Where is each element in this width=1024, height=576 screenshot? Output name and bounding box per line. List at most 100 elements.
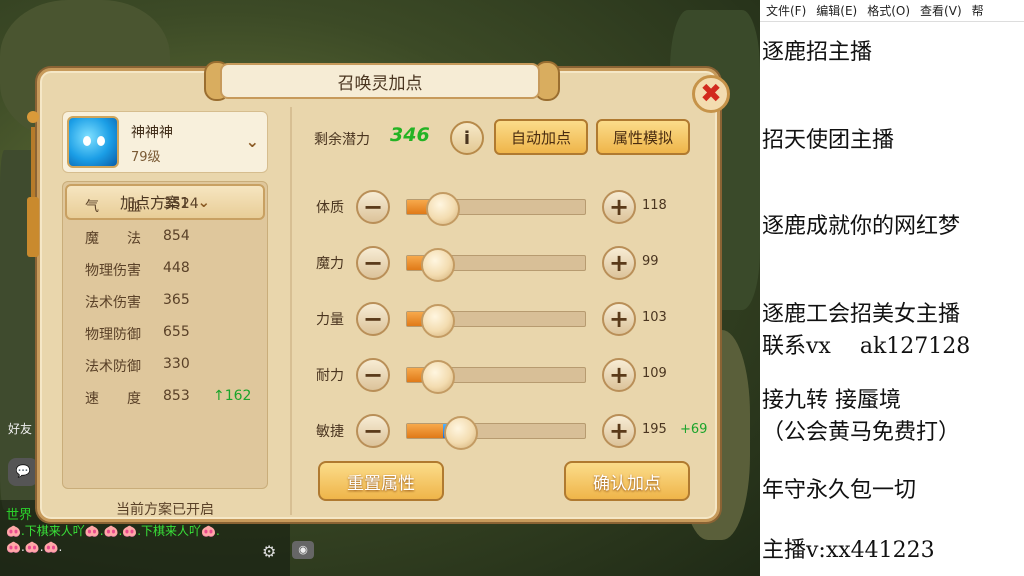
attribute-row: 敏捷 − +195 +69 <box>292 411 712 451</box>
notepad-menu-item[interactable]: 编辑(E) <box>816 2 857 19</box>
chat-bubble-icon[interactable]: 💬 <box>8 458 38 486</box>
stat-label: 魔 法 <box>85 231 141 247</box>
attribute-value: 195 <box>642 422 667 437</box>
increase-button[interactable]: + <box>602 358 636 392</box>
decrease-button[interactable]: − <box>356 414 390 448</box>
decrease-button[interactable]: − <box>356 190 390 224</box>
attribute-value: 99 <box>642 254 659 269</box>
info-button[interactable]: i <box>450 121 484 155</box>
dialog-title-bar: 召唤灵加点 <box>220 63 540 99</box>
attribute-slider[interactable] <box>406 192 586 226</box>
stat-label: 物理防御 <box>85 327 141 343</box>
stat-value: 853 <box>163 388 190 404</box>
slider-fill <box>407 424 443 438</box>
attribute-value: 103 <box>642 310 667 325</box>
attribute-column: 剩余潜力 346 i 自动加点 属性模拟 体质 − +118 魔力 − +99 力量 − +10… <box>290 107 710 515</box>
info-icon: i <box>463 127 471 149</box>
notepad-text-line: 逐鹿工会招美女主播 <box>762 302 961 327</box>
increase-button[interactable]: + <box>602 190 636 224</box>
stat-row: 法术伤害 365 <box>85 292 265 312</box>
pet-selector[interactable]: 神神神 79级 ⌄ <box>62 111 268 173</box>
stat-value: 330 <box>163 356 190 372</box>
notepad-text-line: 年守永久包一切 <box>762 478 917 503</box>
notepad-menu-item[interactable]: 查看(V) <box>920 2 962 19</box>
attribute-row: 力量 − +103 <box>292 299 712 339</box>
slider-thumb[interactable] <box>421 360 455 394</box>
notepad-text-line: 接九转 接蜃境 <box>762 388 901 413</box>
scheme-status: 当前方案已开启 <box>116 502 214 518</box>
stat-value: 3524 <box>163 196 199 212</box>
attribute-label: 魔力 <box>316 256 344 272</box>
stat-label: 气 血 <box>85 199 141 215</box>
attribute-row: 体质 − +118 <box>292 187 712 227</box>
summon-attribute-dialog: 召唤灵加点 ✖ 神神神 79级 ⌄ 加点方案1 ⌄ 气 血 3524 魔 法 8… <box>27 61 730 522</box>
notepad-menu-item[interactable]: 帮 <box>972 2 984 19</box>
decrease-button[interactable]: − <box>356 246 390 280</box>
attribute-slider[interactable] <box>406 248 586 282</box>
tassel-ornament <box>26 111 40 271</box>
notepad-menu-item[interactable]: 文件(F) <box>766 2 806 19</box>
increase-button[interactable]: + <box>602 414 636 448</box>
notepad-menu-item[interactable]: 格式(O) <box>867 2 910 19</box>
attribute-slider[interactable] <box>406 360 586 394</box>
slider-thumb[interactable] <box>421 304 455 338</box>
attribute-label: 耐力 <box>316 368 344 384</box>
stat-value: 365 <box>163 292 190 308</box>
chevron-down-icon[interactable]: ⌄ <box>246 132 259 151</box>
stat-row: 气 血 3524 <box>85 196 265 216</box>
stat-row: 速 度 853 ↑162 <box>85 388 265 408</box>
friends-label[interactable]: 好友 <box>8 420 32 437</box>
stat-value: 655 <box>163 324 190 340</box>
stat-row: 物理防御 655 <box>85 324 265 344</box>
stat-value: 448 <box>163 260 190 276</box>
game-viewport: 好友 💬 世界 🐽.下棋来人吖🐽.🐽.🐽.下棋来人吖🐽. 🐽.🐽.🐽. ⚙ ◉ … <box>0 0 760 576</box>
notepad-text-line: 联系vx ak127128 <box>762 334 971 359</box>
increase-button[interactable]: + <box>602 246 636 280</box>
notepad-window: 文件(F) 编辑(E) 格式(O) 查看(V) 帮 逐鹿招主播招天使团主播逐鹿成就你的网… <box>760 0 1024 576</box>
attribute-bonus: +69 <box>680 422 708 437</box>
chat-message: 🐽.下棋来人吖🐽.🐽.🐽.下棋来人吖🐽. <box>6 524 220 538</box>
confirm-allocation-button[interactable]: 确认加点 <box>564 461 690 501</box>
auto-allocate-button[interactable]: 自动加点 <box>494 119 588 155</box>
attribute-value: 118 <box>642 198 667 213</box>
stat-label: 速 度 <box>85 391 141 407</box>
potential-label: 剩余潜力 <box>314 132 370 148</box>
attribute-value: 109 <box>642 366 667 381</box>
decrease-button[interactable]: − <box>356 302 390 336</box>
slider-thumb[interactable] <box>444 416 478 450</box>
attribute-label: 敏捷 <box>316 424 344 440</box>
pet-name: 神神神 <box>131 125 173 141</box>
attribute-row: 耐力 − +109 <box>292 355 712 395</box>
notepad-text-line: 逐鹿招主播 <box>762 40 873 65</box>
attribute-slider[interactable] <box>406 304 586 338</box>
stat-row: 物理伤害 448 <box>85 260 265 280</box>
potential-value: 346 <box>390 124 430 146</box>
stat-row: 法术防御 330 <box>85 356 265 376</box>
pet-avatar <box>67 116 119 168</box>
camera-icon[interactable]: ◉ <box>292 541 314 559</box>
slider-thumb[interactable] <box>421 248 455 282</box>
increase-button[interactable]: + <box>602 302 636 336</box>
notepad-text-line: 逐鹿成就你的网红梦 <box>762 214 961 239</box>
dialog-title: 召唤灵加点 <box>337 73 423 94</box>
stat-label: 法术伤害 <box>85 295 141 311</box>
stat-increase: ↑162 <box>213 388 252 404</box>
attribute-label: 力量 <box>316 312 344 328</box>
stat-value: 854 <box>163 228 190 244</box>
attribute-slider[interactable] <box>406 416 586 450</box>
attribute-label: 体质 <box>316 200 344 216</box>
slider-thumb[interactable] <box>426 192 460 226</box>
reset-attributes-button[interactable]: 重置属性 <box>318 461 444 501</box>
notepad-text-line: 招天使团主播 <box>762 128 895 153</box>
pet-level: 79级 <box>131 150 161 165</box>
attribute-simulate-button[interactable]: 属性模拟 <box>596 119 690 155</box>
decrease-button[interactable]: − <box>356 358 390 392</box>
notepad-text-line: （公会黄马免费打） <box>762 420 961 445</box>
close-icon: ✖ <box>700 79 722 109</box>
attribute-row: 魔力 − +99 <box>292 243 712 283</box>
gear-icon[interactable]: ⚙ <box>262 542 276 561</box>
stats-panel: 加点方案1 ⌄ 气 血 3524 魔 法 854 物理伤害 448 法术伤害 365 物理防御 6… <box>62 181 268 489</box>
stat-row: 魔 法 854 <box>85 228 265 248</box>
stat-label: 法术防御 <box>85 359 141 375</box>
notepad-text-line: 主播v:xx441223 <box>762 538 935 563</box>
